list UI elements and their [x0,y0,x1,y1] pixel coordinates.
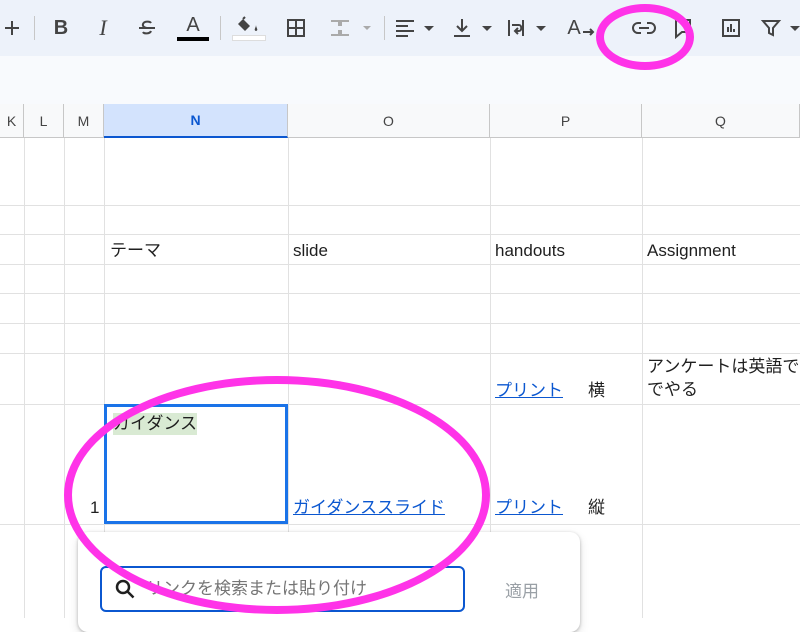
grid-line [24,138,25,618]
strikethrough-icon[interactable] [132,12,162,44]
selected-cell[interactable]: ガイダンス [104,404,288,524]
bold-icon[interactable]: B [46,12,76,44]
apply-button[interactable]: 適用 [482,566,562,612]
guidance-slide-link[interactable]: ガイダンススライド [293,497,445,519]
cell-handout-orientation-2[interactable]: 縦 [588,497,605,519]
column-header-l[interactable]: L [24,104,64,138]
insert-comment-icon[interactable] [670,12,696,44]
column-header-m[interactable]: M [64,104,104,138]
grid-line [64,138,65,618]
borders-icon[interactable] [282,12,310,44]
column-header-q[interactable]: Q [642,104,800,138]
cell-handout-orientation-1[interactable]: 横 [588,380,605,402]
cell-assignment-text-line1[interactable]: アンケートは英語で [647,356,800,378]
merge-cells-icon[interactable] [326,12,374,44]
text-wrap-icon[interactable] [506,12,550,44]
italic-icon[interactable]: I [88,12,118,44]
handout-print-link-1[interactable]: プリント [495,380,563,402]
formula-bar-area [0,56,800,105]
insert-chart-icon[interactable] [718,12,744,44]
toolbar-separator [384,16,385,40]
cell-slide-header[interactable]: slide [293,240,328,262]
text-color-icon[interactable]: A [176,12,210,44]
filter-icon[interactable] [760,12,800,44]
column-header-p[interactable]: P [490,104,642,138]
cell-assignment-text-line2[interactable]: でやる [647,379,698,401]
grid-line [0,524,800,525]
add-icon[interactable] [0,12,24,44]
text-color-swatch [177,37,209,41]
handout-print-link-2[interactable]: プリント [495,497,563,519]
cell-assignment-header[interactable]: Assignment [647,240,736,262]
cell-row-number[interactable]: 1 [90,497,99,519]
grid-line [0,293,800,294]
cell-handouts-header[interactable]: handouts [495,240,565,262]
grid-line [0,353,800,354]
grid-line [0,323,800,324]
valign-bottom-icon[interactable] [452,12,496,44]
link-search-input[interactable] [144,578,448,600]
toolbar-separator [220,16,221,40]
text-rotation-label: A [567,16,581,39]
fill-color-swatch [232,35,266,41]
search-icon [115,579,135,599]
column-header-n[interactable]: N [104,104,288,138]
link-search-field[interactable] [100,566,465,612]
align-left-icon[interactable] [394,12,438,44]
selected-cell-text: ガイダンス [113,413,197,435]
fill-color-icon[interactable] [232,12,266,44]
insert-link-popup: 適用 [78,532,580,632]
grid-line [642,138,643,618]
text-color-label: A [186,14,200,36]
grid-line [0,264,800,265]
toolbar-separator [34,16,35,40]
column-header-o[interactable]: O [288,104,490,138]
cell-theme-header[interactable]: テーマ [110,240,161,262]
column-header-k[interactable]: K [0,104,24,138]
grid-line [0,234,800,235]
toolbar: B I A A [0,0,800,56]
text-rotation-icon[interactable]: A [562,12,602,44]
grid-line [0,205,800,206]
insert-link-icon[interactable] [628,12,660,44]
